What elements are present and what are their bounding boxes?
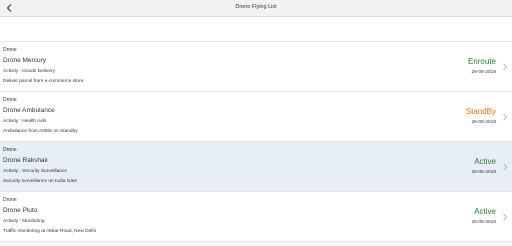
item-description: Ambulance from AIIMS on Standby xyxy=(3,129,78,134)
chevron-right-icon xyxy=(503,163,508,171)
item-date: 26-08-2018 xyxy=(471,120,496,125)
item-type: Drone xyxy=(3,147,17,153)
item-type: Drone xyxy=(3,97,17,103)
drone-list: Drone Drone Mercury Activity : Goods Del… xyxy=(0,42,512,242)
item-description: Security surveillance on India Gate xyxy=(3,179,78,184)
list-item[interactable]: Drone Drone Mercury Activity : Goods Del… xyxy=(0,42,512,92)
item-description: Deliver parcel from e-commerce store xyxy=(3,79,84,84)
item-description: Traffic monitoring at Akbar Road, New De… xyxy=(3,229,97,234)
list-item[interactable]: Drone Drone Pluto Activity : Monitoring … xyxy=(0,192,512,242)
chevron-right-icon xyxy=(503,63,508,71)
item-title: Drone Mercury xyxy=(3,57,46,64)
item-title: Drone Ambulance xyxy=(3,107,55,114)
page-header: Drone Flying List xyxy=(0,0,512,17)
item-title: Drone Rakshak xyxy=(3,157,48,164)
item-title: Drone Pluto xyxy=(3,207,38,214)
item-type: Drone xyxy=(3,47,17,53)
list-item[interactable]: Drone Drone Rakshak Activity : Security … xyxy=(0,142,512,192)
item-activity: Activity : Monitoring xyxy=(3,219,45,224)
subheader-bar xyxy=(0,17,512,42)
item-date: 26-08-2018 xyxy=(471,70,496,75)
item-type: Drone xyxy=(3,197,17,203)
chevron-right-icon xyxy=(503,113,508,121)
status-text: Active xyxy=(474,157,496,166)
item-activity: Activity : Security Surveillance xyxy=(3,169,67,174)
status-text: Active xyxy=(474,207,496,216)
item-date: 26-08-2018 xyxy=(471,220,496,225)
item-activity: Activity : Goods Delivery xyxy=(3,69,55,74)
item-date: 26-08-2018 xyxy=(471,170,496,175)
page-title: Drone Flying List xyxy=(235,4,277,10)
chevron-right-icon xyxy=(503,213,508,221)
status-text: Enroute xyxy=(467,57,496,66)
list-item[interactable]: Drone Drone Ambulance Activity : Health … xyxy=(0,92,512,142)
status-text: StandBy xyxy=(465,107,496,116)
item-activity: Activity : Health Aids xyxy=(3,119,47,124)
